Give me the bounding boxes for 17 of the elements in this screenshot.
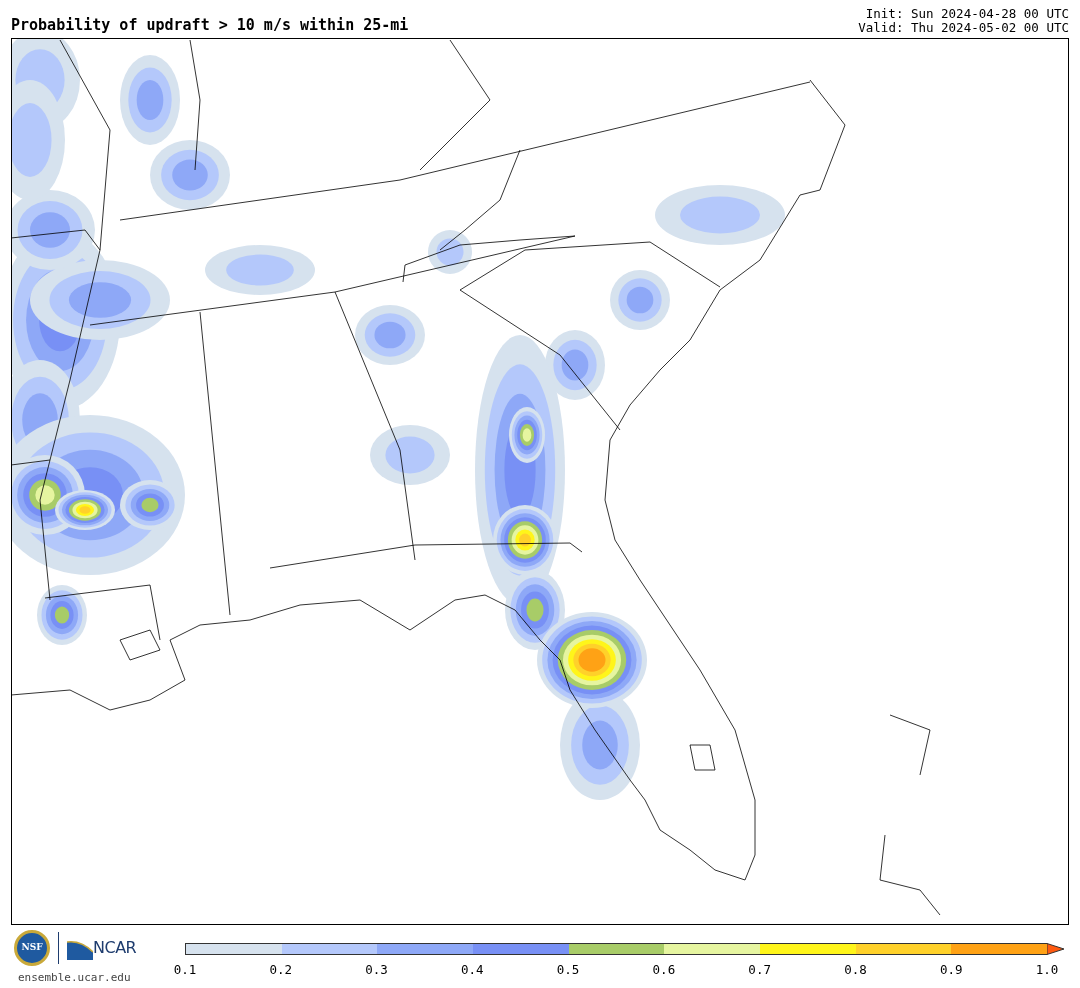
ncar-wordmark: NCAR bbox=[93, 937, 137, 959]
nsf-logo: NSF bbox=[14, 930, 50, 966]
colorbar-tick-label: 1.0 bbox=[1035, 961, 1059, 979]
ncar-logo-icon bbox=[67, 940, 93, 960]
colorbar-tick-label: 0.9 bbox=[939, 961, 963, 979]
colorbar-tick-label: 0.6 bbox=[652, 961, 676, 979]
site-url: ensemble.ucar.edu bbox=[18, 970, 131, 986]
valid-time: Valid: Thu 2024-05-02 00 UTC bbox=[858, 21, 1069, 35]
colorbar-tick-label: 0.5 bbox=[556, 961, 580, 979]
colorbar-tick-label: 0.4 bbox=[461, 961, 484, 979]
colorbar-tick-label: 0.1 bbox=[173, 961, 197, 979]
colorbar-tick-label: 0.8 bbox=[844, 961, 867, 979]
init-time: Init: Sun 2024-04-28 00 UTC bbox=[864, 7, 1069, 21]
colorbar-tick-label: 0.3 bbox=[365, 961, 388, 979]
colorbar-tick-label: 0.7 bbox=[748, 961, 771, 979]
plot-title: Probability of updraft > 10 m/s within 25-mi bbox=[11, 18, 409, 33]
colorbar-tick-label: 0.2 bbox=[269, 961, 293, 979]
